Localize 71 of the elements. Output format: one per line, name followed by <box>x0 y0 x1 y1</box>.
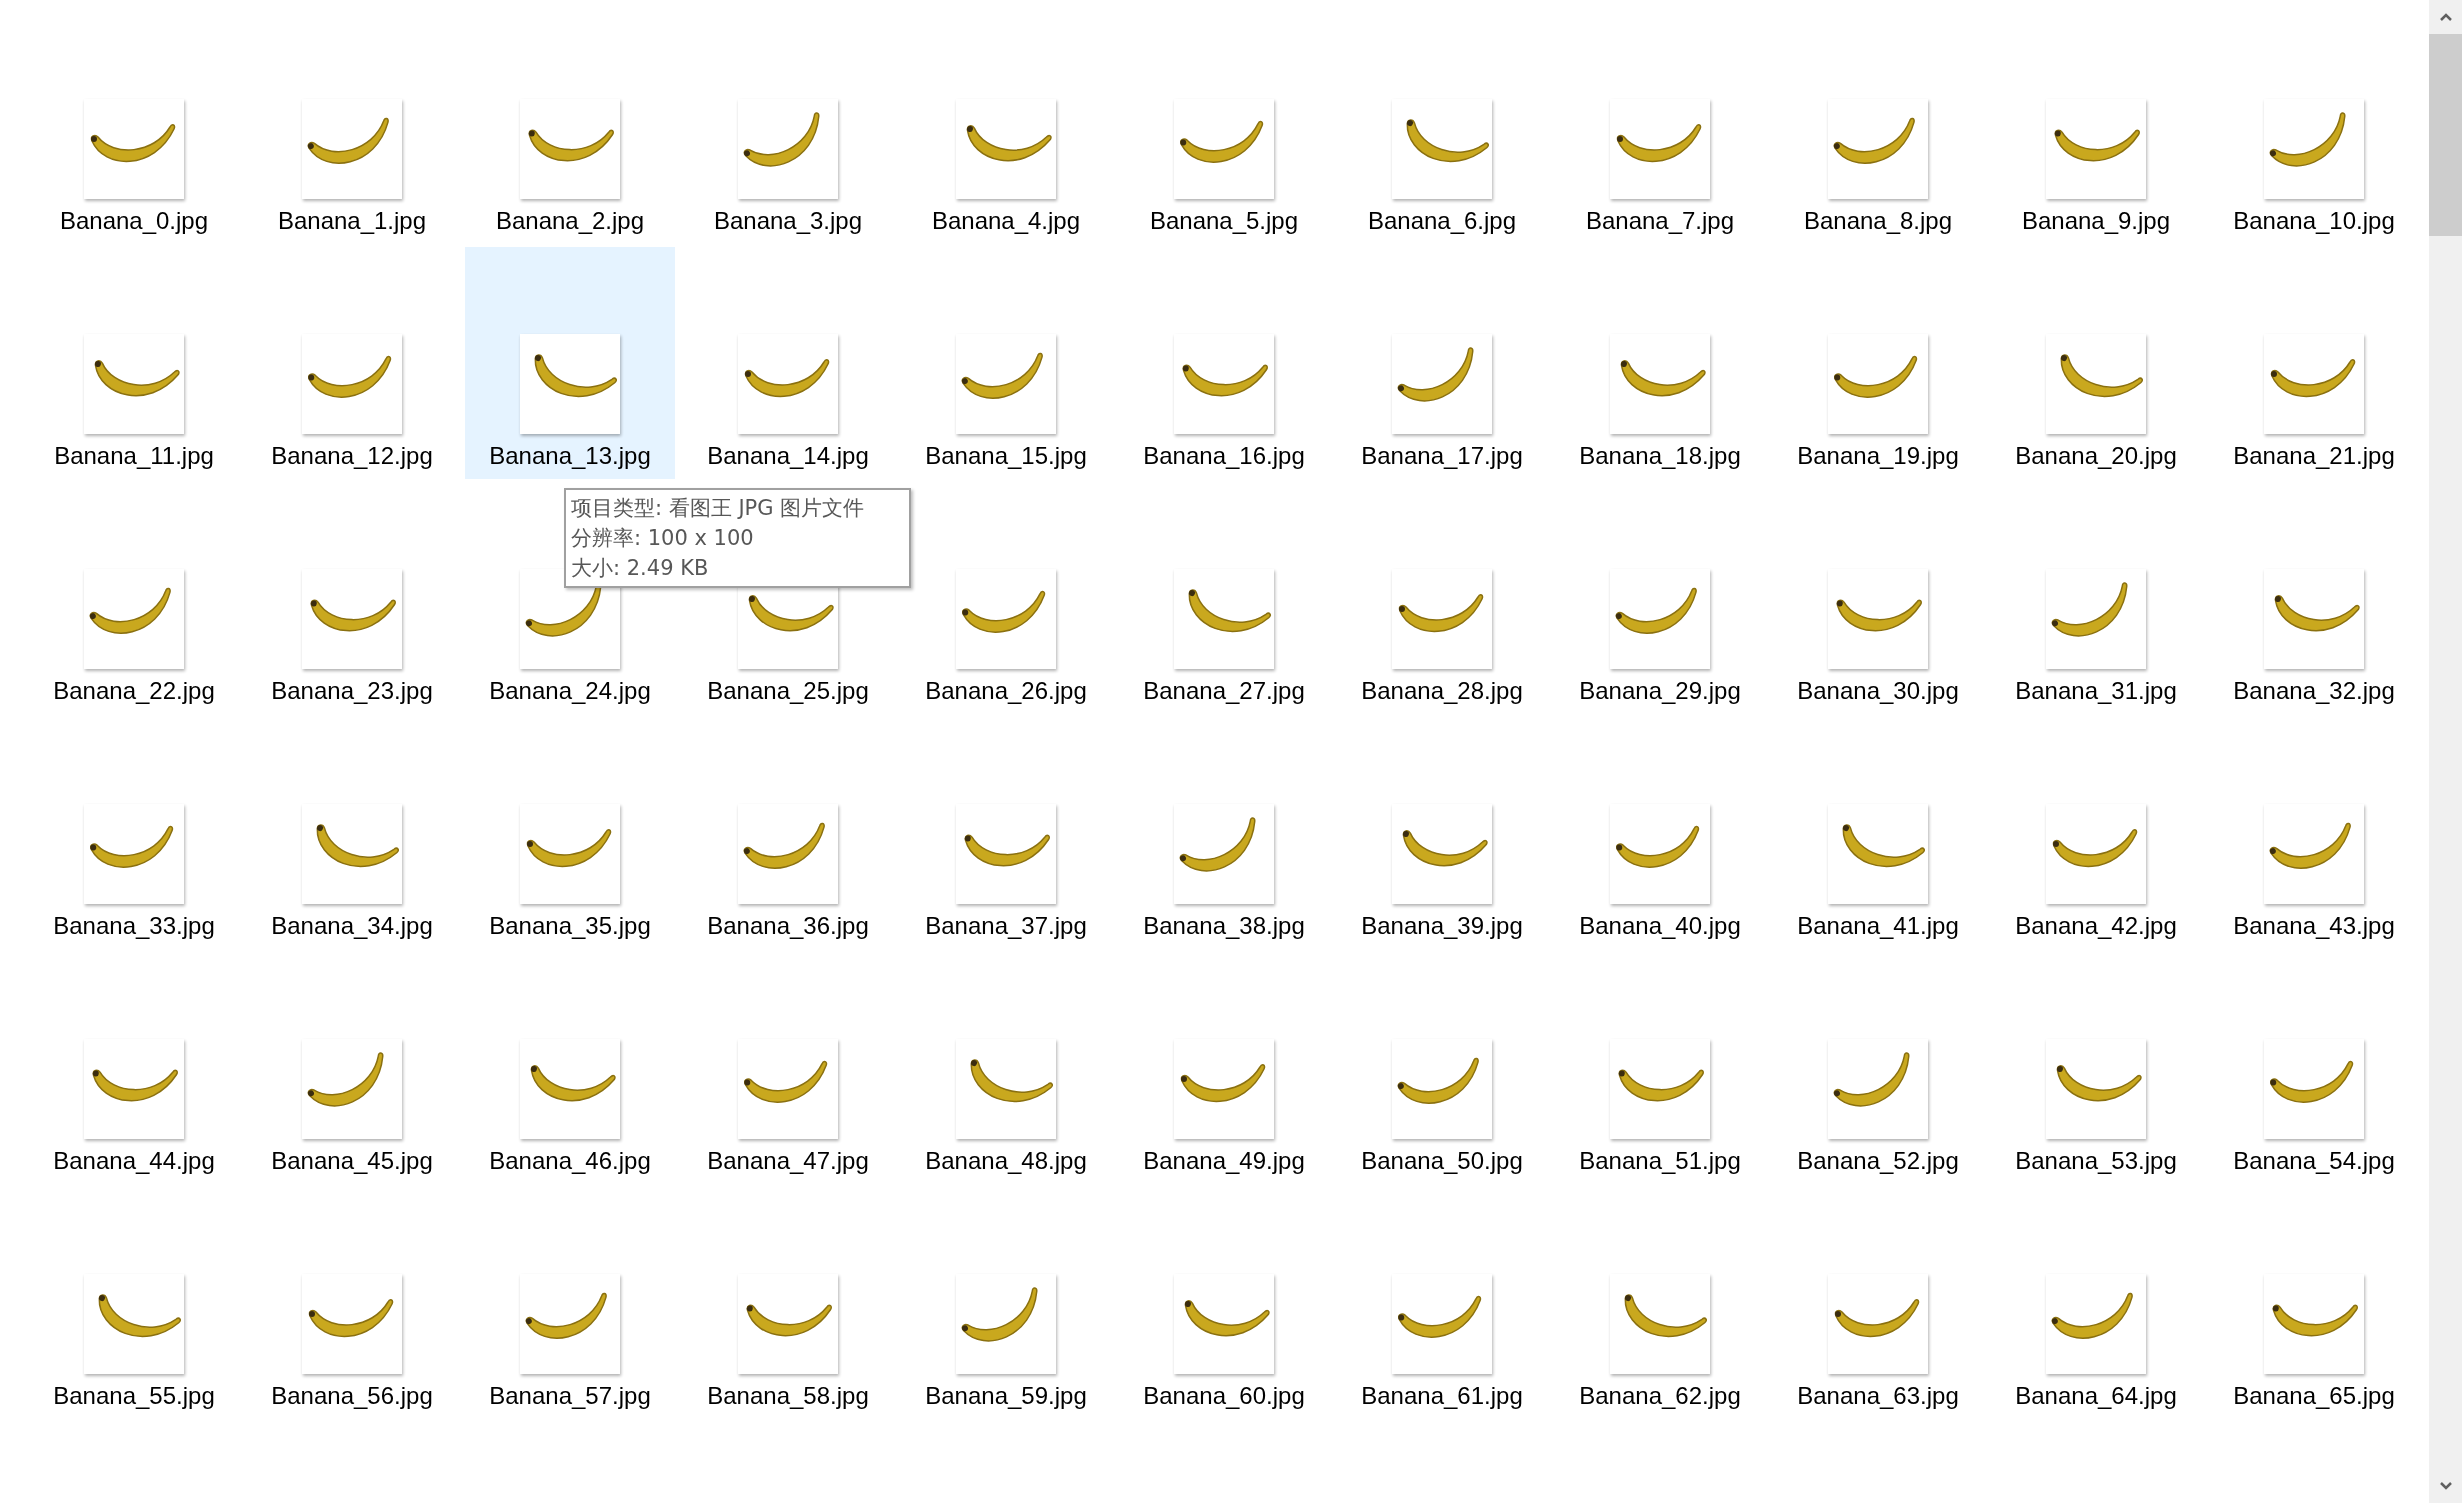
file-tile[interactable]: Banana_48.jpg <box>901 952 1111 1184</box>
file-tile[interactable]: Banana_19.jpg <box>1773 247 1983 479</box>
file-tile[interactable]: Banana_45.jpg <box>247 952 457 1184</box>
file-tile[interactable]: Banana_5.jpg <box>1119 12 1329 244</box>
file-tile[interactable]: Banana_56.jpg <box>247 1187 457 1419</box>
file-tile[interactable]: Banana_7.jpg <box>1555 12 1765 244</box>
file-tile[interactable]: Banana_0.jpg <box>29 12 239 244</box>
file-tile[interactable]: Banana_63.jpg <box>1773 1187 1983 1419</box>
scrollbar-thumb[interactable] <box>2429 34 2462 236</box>
file-tile[interactable]: Banana_58.jpg <box>683 1187 893 1419</box>
file-tile[interactable]: Banana_23.jpg <box>247 482 457 714</box>
file-tile[interactable]: Banana_35.jpg <box>465 717 675 949</box>
file-tile[interactable]: Banana_22.jpg <box>29 482 239 714</box>
file-tile[interactable]: Banana_13.jpg <box>465 247 675 479</box>
file-tile[interactable]: Banana_46.jpg <box>465 952 675 1184</box>
file-tile[interactable]: Banana_61.jpg <box>1337 1187 1547 1419</box>
file-tile[interactable]: Banana_18.jpg <box>1555 247 1765 479</box>
file-tile[interactable]: Banana_65.jpg <box>2209 1187 2419 1419</box>
file-tile[interactable]: Banana_34.jpg <box>247 717 457 949</box>
file-tile[interactable]: Banana_31.jpg <box>1991 482 2201 714</box>
file-tile[interactable]: Banana_1.jpg <box>247 12 457 244</box>
file-tile[interactable]: Banana_2.jpg <box>465 12 675 244</box>
file-tile[interactable]: Banana_50.jpg <box>1337 952 1547 1184</box>
file-tile[interactable]: Banana_8.jpg <box>1773 12 1983 244</box>
file-tile[interactable]: Banana_36.jpg <box>683 717 893 949</box>
file-tile[interactable]: Banana_55.jpg <box>29 1187 239 1419</box>
scroll-up-icon[interactable] <box>2439 13 2452 21</box>
scrollbar[interactable] <box>2429 0 2462 1503</box>
scroll-down-icon[interactable] <box>2439 1482 2452 1490</box>
file-tile[interactable]: Banana_20.jpg <box>1991 247 2201 479</box>
file-tile[interactable]: Banana_15.jpg <box>901 247 1111 479</box>
file-tile[interactable]: Banana_49.jpg <box>1119 952 1329 1184</box>
file-tile[interactable]: Banana_52.jpg <box>1773 952 1983 1184</box>
file-tile[interactable]: Banana_38.jpg <box>1119 717 1329 949</box>
file-tile[interactable]: Banana_39.jpg <box>1337 717 1547 949</box>
file-tile[interactable]: Banana_29.jpg <box>1555 482 1765 714</box>
file-tile[interactable]: Banana_17.jpg <box>1337 247 1547 479</box>
file-tile[interactable]: Banana_47.jpg <box>683 952 893 1184</box>
file-tile[interactable]: Banana_6.jpg <box>1337 12 1547 244</box>
tooltip-line: 分辨率: 100 x 100 <box>571 525 755 552</box>
file-tile[interactable]: Banana_3.jpg <box>683 12 893 244</box>
file-tile[interactable]: Banana_43.jpg <box>2209 717 2419 949</box>
file-tile[interactable]: Banana_26.jpg <box>901 482 1111 714</box>
tooltip-line: 大小: 2.49 KB <box>571 555 710 582</box>
file-tile[interactable]: Banana_40.jpg <box>1555 717 1765 949</box>
file-tile[interactable]: Banana_9.jpg <box>1991 12 2201 244</box>
file-tile[interactable]: Banana_27.jpg <box>1119 482 1329 714</box>
file-tile[interactable]: Banana_41.jpg <box>1773 717 1983 949</box>
file-tile[interactable]: Banana_37.jpg <box>901 717 1111 949</box>
file-tile[interactable]: Banana_14.jpg <box>683 247 893 479</box>
tooltip-line: 项目类型: 看图王 JPG 图片文件 <box>571 495 866 522</box>
file-tile[interactable]: Banana_60.jpg <box>1119 1187 1329 1419</box>
file-tile[interactable]: Banana_62.jpg <box>1555 1187 1765 1419</box>
file-tile[interactable]: Banana_42.jpg <box>1991 717 2201 949</box>
file-tile[interactable]: Banana_53.jpg <box>1991 952 2201 1184</box>
file-tile[interactable]: Banana_4.jpg <box>901 12 1111 244</box>
file-tile[interactable]: Banana_16.jpg <box>1119 247 1329 479</box>
file-tile[interactable]: Banana_54.jpg <box>2209 952 2419 1184</box>
file-tile[interactable]: Banana_30.jpg <box>1773 482 1983 714</box>
file-tile[interactable]: Banana_12.jpg <box>247 247 457 479</box>
file-tile[interactable]: Banana_11.jpg <box>29 247 239 479</box>
file-tile[interactable]: Banana_64.jpg <box>1991 1187 2201 1419</box>
file-tile[interactable]: Banana_10.jpg <box>2209 12 2419 244</box>
file-tile[interactable]: Banana_57.jpg <box>465 1187 675 1419</box>
file-tile[interactable]: Banana_51.jpg <box>1555 952 1765 1184</box>
file-tile[interactable]: Banana_28.jpg <box>1337 482 1547 714</box>
file-tile[interactable]: Banana_21.jpg <box>2209 247 2419 479</box>
file-tile[interactable]: Banana_44.jpg <box>29 952 239 1184</box>
file-tile[interactable]: Banana_59.jpg <box>901 1187 1111 1419</box>
file-tile[interactable]: Banana_32.jpg <box>2209 482 2419 714</box>
file-tile[interactable]: Banana_33.jpg <box>29 717 239 949</box>
